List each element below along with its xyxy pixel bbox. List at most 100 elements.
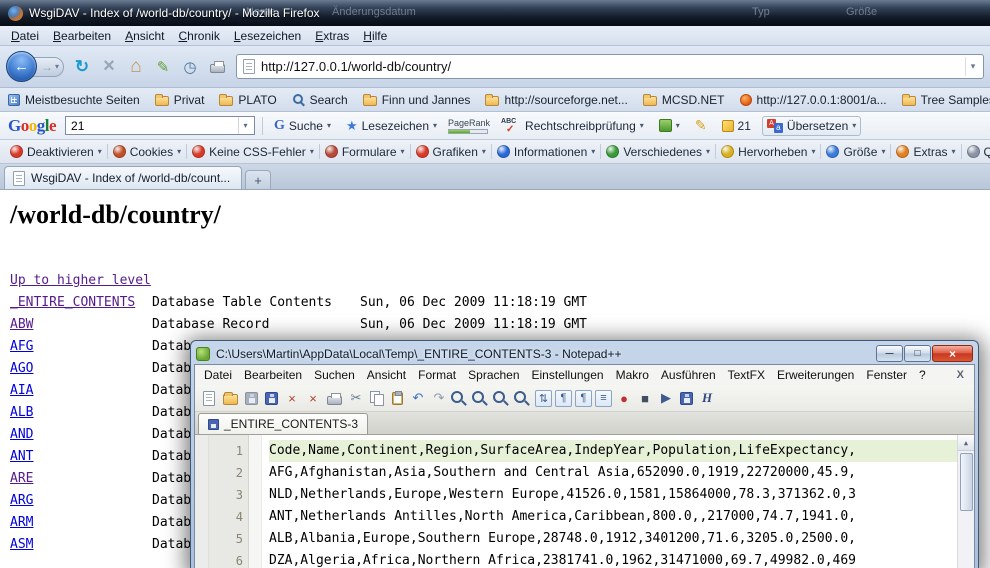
dir-link-abw[interactable]: ABW bbox=[10, 314, 152, 336]
translate-button[interactable]: Übersetzen bbox=[762, 116, 861, 136]
play-macro-icon[interactable]: ▶ bbox=[657, 389, 675, 407]
editor-scrollbar[interactable] bbox=[957, 435, 974, 568]
record-macro-icon[interactable]: ● bbox=[615, 389, 633, 407]
autofill-button[interactable] bbox=[655, 117, 684, 134]
minimize-button[interactable] bbox=[876, 345, 903, 362]
menu-item-hilfe[interactable]: Hilfe bbox=[356, 28, 394, 44]
menu-item-chronik[interactable]: Chronik bbox=[171, 28, 226, 44]
bookmark-search[interactable]: Search bbox=[292, 93, 348, 107]
dir-link-afg[interactable]: AFG bbox=[10, 336, 152, 358]
highlighter-button[interactable] bbox=[691, 115, 711, 136]
google-search-button[interactable]: Suche bbox=[270, 116, 335, 136]
word-find-button[interactable]: 21 bbox=[718, 117, 755, 135]
textfx-h-icon[interactable]: H bbox=[698, 389, 716, 407]
spellcheck-button[interactable]: Rechtschreibprüfung bbox=[497, 116, 648, 135]
bookmark-tree-samples[interactable]: Tree Samples bbox=[902, 93, 990, 107]
npp-menu-format[interactable]: Format bbox=[412, 367, 462, 383]
npp-menu-textfx[interactable]: TextFX bbox=[722, 367, 771, 383]
redo-icon[interactable]: ↷ bbox=[430, 389, 448, 407]
npp-menu-suchen[interactable]: Suchen bbox=[308, 367, 361, 383]
history-clock-icon[interactable] bbox=[179, 56, 201, 78]
document-tab[interactable]: _ENTIRE_CONTENTS-3 bbox=[198, 413, 368, 434]
dir-link-ago[interactable]: AGO bbox=[10, 358, 152, 380]
new-file-icon[interactable] bbox=[203, 391, 215, 406]
reload-icon[interactable] bbox=[71, 56, 93, 78]
dir-link-are[interactable]: ARE bbox=[10, 468, 152, 490]
tab-wsgidav[interactable]: WsgiDAV - Index of /world-db/count... bbox=[4, 166, 242, 189]
save-all-icon[interactable] bbox=[265, 392, 278, 405]
compose-icon[interactable] bbox=[152, 56, 174, 78]
url-input[interactable] bbox=[261, 59, 959, 74]
replace-icon[interactable] bbox=[472, 389, 490, 407]
webdev-quelltext[interactable]: Quelltext bbox=[962, 143, 990, 161]
webdev-informationen[interactable]: Informationen bbox=[492, 143, 600, 161]
menu-item-bearbeiten[interactable]: Bearbeiten bbox=[46, 28, 118, 44]
open-folder-icon[interactable] bbox=[223, 394, 238, 405]
undo-icon[interactable]: ↶ bbox=[409, 389, 427, 407]
dir-link-arg[interactable]: ARG bbox=[10, 490, 152, 512]
print-icon[interactable] bbox=[206, 56, 228, 78]
find-icon[interactable] bbox=[451, 389, 469, 407]
editor[interactable]: 123456 Code,Name,Continent,Region,Surfac… bbox=[195, 435, 974, 568]
menu-item-ansicht[interactable]: Ansicht bbox=[118, 28, 171, 44]
webdev-formulare[interactable]: Formulare bbox=[320, 143, 410, 161]
npp-menu-ausf-hren[interactable]: Ausführen bbox=[655, 367, 722, 383]
webdev-verschiedenes[interactable]: Verschiedenes bbox=[601, 143, 715, 161]
menu-item-lesezeichen[interactable]: Lesezeichen bbox=[227, 28, 308, 44]
close-button[interactable] bbox=[932, 345, 973, 362]
google-search-input[interactable] bbox=[71, 119, 238, 133]
webdev-extras[interactable]: Extras bbox=[891, 143, 960, 161]
url-bar[interactable] bbox=[236, 54, 984, 79]
scrollbar-thumb[interactable] bbox=[960, 453, 973, 511]
dir-link-entire-contents[interactable]: _ENTIRE_CONTENTS bbox=[10, 292, 152, 314]
indent-guide-icon[interactable]: ≡ bbox=[595, 390, 612, 407]
home-icon[interactable] bbox=[125, 56, 147, 78]
npp-menu-makro[interactable]: Makro bbox=[610, 367, 655, 383]
bookmark-mcsd-net[interactable]: MCSD.NET bbox=[643, 93, 725, 107]
paste-icon[interactable] bbox=[392, 392, 403, 405]
webdev-gr-e[interactable]: Größe bbox=[821, 143, 890, 161]
zoom-in-icon[interactable] bbox=[493, 389, 511, 407]
webdev-cookies[interactable]: Cookies bbox=[108, 143, 186, 161]
google-bookmarks-button[interactable]: Lesezeichen bbox=[342, 116, 441, 136]
show-symbols-icon[interactable]: ¶ bbox=[575, 390, 592, 407]
copy-icon[interactable] bbox=[368, 389, 386, 407]
google-search-box[interactable] bbox=[65, 116, 255, 135]
dir-link-arm[interactable]: ARM bbox=[10, 512, 152, 534]
bookmark-meistbesuchte-seiten[interactable]: Meistbesuchte Seiten bbox=[8, 93, 140, 107]
print-icon[interactable] bbox=[327, 396, 342, 405]
bookmark-http-sourceforge-net[interactable]: http://sourceforge.net... bbox=[485, 93, 627, 107]
save-macro-icon[interactable] bbox=[680, 392, 693, 405]
close-all-icon[interactable]: × bbox=[304, 389, 322, 407]
bookmark-http-127-0-0-1-8001-a[interactable]: http://127.0.0.1:8001/a... bbox=[740, 93, 887, 107]
notepadpp-window[interactable]: C:\Users\Martin\AppData\Local\Temp\_ENTI… bbox=[190, 340, 979, 568]
menu-item-extras[interactable]: Extras bbox=[308, 28, 356, 44]
npp-menu-ansicht[interactable]: Ansicht bbox=[361, 367, 412, 383]
up-to-higher-level-link[interactable]: Up to higher level bbox=[10, 270, 151, 292]
dir-link-ant[interactable]: ANT bbox=[10, 446, 152, 468]
bookmark-privat[interactable]: Privat bbox=[155, 93, 205, 107]
new-tab-button[interactable]: + bbox=[245, 170, 271, 189]
url-dropdown-icon[interactable] bbox=[965, 57, 980, 76]
npp-menu-fenster[interactable]: Fenster bbox=[860, 367, 913, 383]
npp-menu-sprachen[interactable]: Sprachen bbox=[462, 367, 525, 383]
dir-link-alb[interactable]: ALB bbox=[10, 402, 152, 424]
npp-menu-einstellungen[interactable]: Einstellungen bbox=[526, 367, 610, 383]
npp-menu-bearbeiten[interactable]: Bearbeiten bbox=[238, 367, 308, 383]
stop-icon[interactable] bbox=[98, 56, 120, 78]
webdev-deaktivieren[interactable]: Deaktivieren bbox=[5, 143, 107, 161]
cut-icon[interactable]: ✂ bbox=[347, 389, 365, 407]
dir-link-asm[interactable]: ASM bbox=[10, 534, 152, 556]
search-dropdown-icon[interactable] bbox=[238, 117, 252, 134]
close-icon[interactable]: × bbox=[283, 389, 301, 407]
bookmark-plato[interactable]: PLATO bbox=[219, 93, 276, 107]
close-document-icon[interactable]: X bbox=[950, 369, 971, 381]
editor-text[interactable]: Code,Name,Continent,Region,SurfaceArea,I… bbox=[262, 435, 957, 568]
webdev-keine-css-fehler[interactable]: Keine CSS-Fehler bbox=[187, 143, 319, 161]
bookmark-finn-und-jannes[interactable]: Finn und Jannes bbox=[363, 93, 471, 107]
pagerank-widget[interactable]: PageRank bbox=[448, 118, 490, 134]
notepadpp-titlebar[interactable]: C:\Users\Martin\AppData\Local\Temp\_ENTI… bbox=[191, 341, 978, 364]
dir-link-aia[interactable]: AIA bbox=[10, 380, 152, 402]
webdev-grafiken[interactable]: Grafiken bbox=[411, 143, 491, 161]
scroll-up-icon[interactable] bbox=[958, 435, 974, 451]
